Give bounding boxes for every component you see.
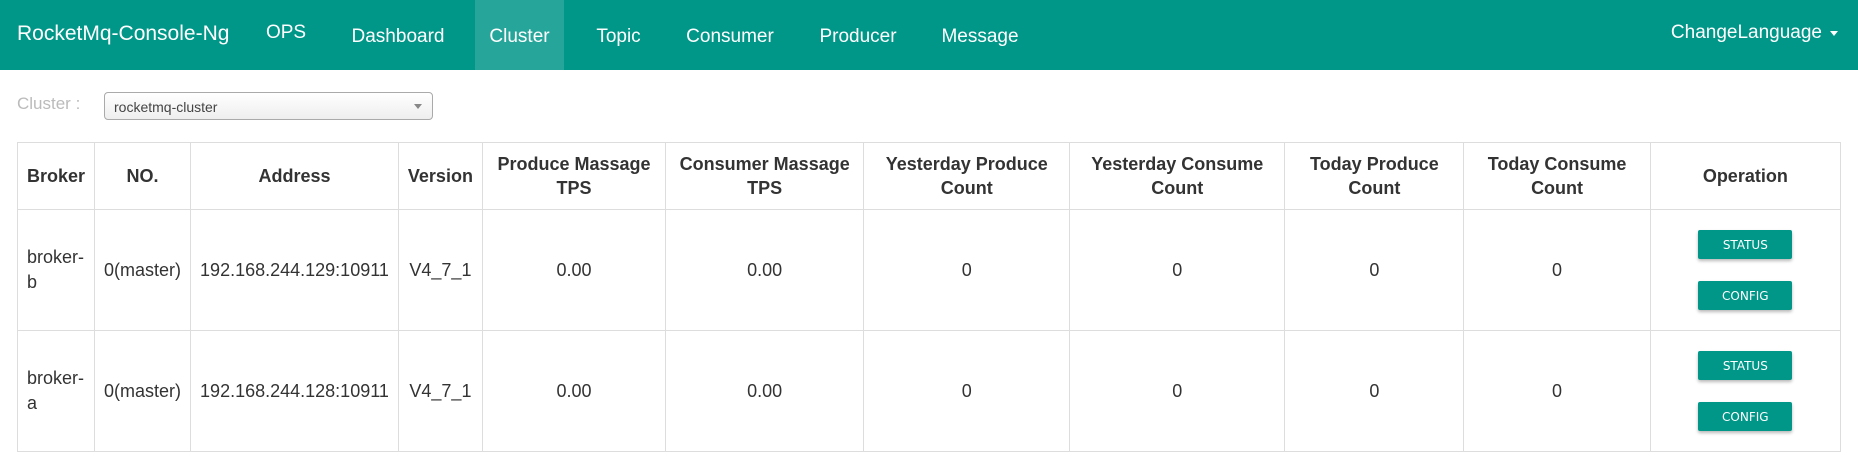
header-yesterday-produce: Yesterday Produce Count	[863, 142, 1071, 210]
dropdown-arrow-icon	[414, 104, 422, 109]
header-no: NO.	[94, 142, 192, 210]
nav-ops[interactable]: OPS	[252, 0, 320, 70]
produce-tps: 0.00	[481, 330, 667, 452]
operation-cell: STATUS CONFIG	[1649, 330, 1842, 452]
header-broker: Broker	[16, 142, 96, 210]
operation-cell: STATUS CONFIG	[1649, 209, 1842, 331]
header-produce-tps: Produce Massage TPS	[481, 142, 667, 210]
nav-message[interactable]: Message	[930, 0, 1030, 70]
header-address: Address	[190, 142, 399, 210]
table-row: broker-b 0(master) 192.168.244.129:10911…	[16, 209, 1842, 331]
broker-version: V4_7_1	[397, 330, 483, 452]
yesterday-produce-count: 0	[863, 209, 1071, 331]
cluster-select-value: rocketmq-cluster	[114, 99, 218, 115]
broker-no: 0(master)	[94, 330, 192, 452]
nav-topic[interactable]: Topic	[580, 0, 657, 70]
broker-table: Broker NO. Address Version Produce Massa…	[16, 142, 1842, 452]
broker-no: 0(master)	[94, 209, 192, 331]
header-consumer-tps: Consumer Massage TPS	[665, 142, 865, 210]
header-operation: Operation	[1649, 142, 1842, 210]
yesterday-consume-count: 0	[1069, 330, 1286, 452]
top-navbar: RocketMq-Console-Ng OPS Dashboard Cluste…	[0, 0, 1858, 70]
nav-consumer[interactable]: Consumer	[675, 0, 785, 70]
nav-cluster[interactable]: Cluster	[475, 0, 564, 70]
change-language-label: ChangeLanguage	[1670, 22, 1822, 43]
header-yesterday-consume: Yesterday Consume Count	[1069, 142, 1286, 210]
header-today-produce: Today Produce Count	[1284, 142, 1465, 210]
today-consume-count: 0	[1463, 330, 1651, 452]
broker-name: broker-b	[16, 209, 96, 331]
status-button[interactable]: STATUS	[1698, 351, 1793, 380]
broker-version: V4_7_1	[397, 209, 483, 331]
today-produce-count: 0	[1284, 209, 1465, 331]
yesterday-produce-count: 0	[863, 330, 1071, 452]
brand-title[interactable]: RocketMq-Console-Ng	[17, 22, 229, 46]
table-row: broker-a 0(master) 192.168.244.128:10911…	[16, 330, 1842, 452]
broker-name: broker-a	[16, 330, 96, 452]
consumer-tps: 0.00	[665, 330, 865, 452]
broker-address: 192.168.244.128:10911	[190, 330, 399, 452]
header-today-consume: Today Consume Count	[1463, 142, 1651, 210]
caret-down-icon	[1830, 30, 1838, 36]
config-button[interactable]: CONFIG	[1698, 281, 1793, 310]
config-button[interactable]: CONFIG	[1698, 402, 1793, 431]
today-consume-count: 0	[1463, 209, 1651, 331]
table-header-row: Broker NO. Address Version Produce Massa…	[16, 142, 1842, 210]
header-version: Version	[397, 142, 483, 210]
produce-tps: 0.00	[481, 209, 667, 331]
today-produce-count: 0	[1284, 330, 1465, 452]
yesterday-consume-count: 0	[1069, 209, 1286, 331]
nav-producer[interactable]: Producer	[806, 0, 910, 70]
cluster-select[interactable]: rocketmq-cluster	[104, 92, 433, 120]
nav-dashboard[interactable]: Dashboard	[340, 0, 456, 70]
consumer-tps: 0.00	[665, 209, 865, 331]
change-language-dropdown[interactable]: ChangeLanguage	[1671, 0, 1838, 70]
status-button[interactable]: STATUS	[1698, 230, 1793, 259]
cluster-filter-label: Cluster :	[17, 94, 81, 113]
broker-address: 192.168.244.129:10911	[190, 209, 399, 331]
